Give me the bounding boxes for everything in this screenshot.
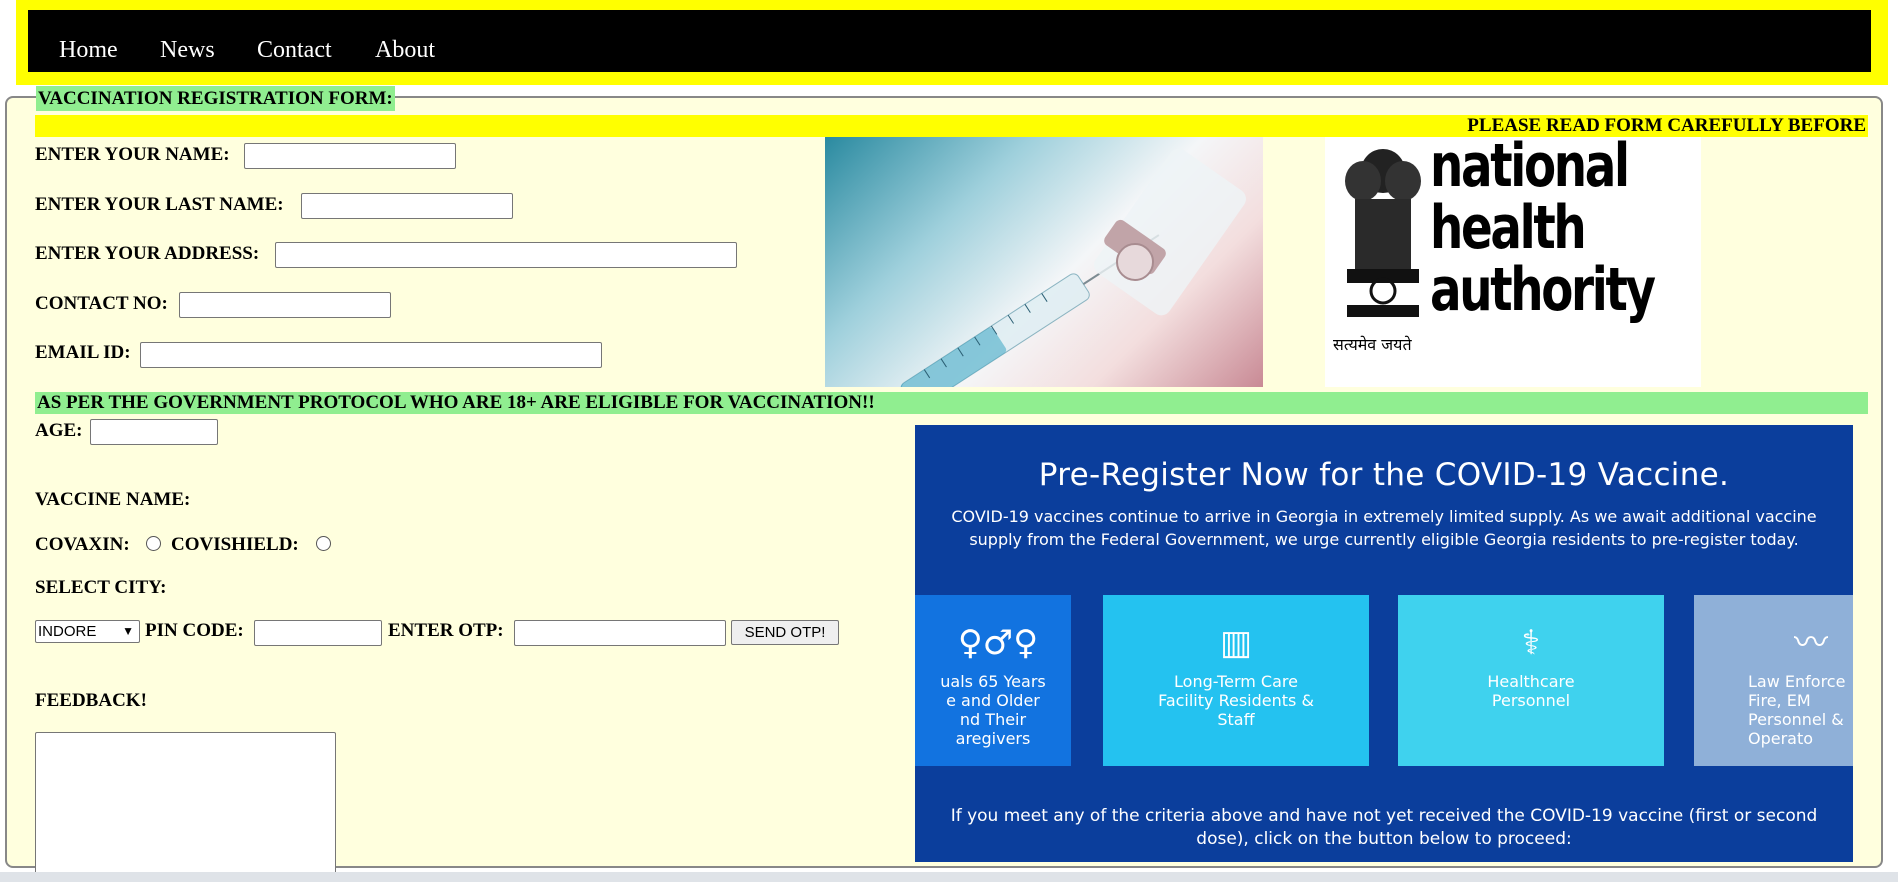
last-name-input[interactable]: [301, 193, 513, 219]
send-otp-button[interactable]: SEND OTP!: [731, 620, 839, 645]
nav-bar: Home News Contact About: [28, 10, 1871, 72]
covishield-radio[interactable]: [316, 536, 331, 551]
tile-healthcare-text: Healthcare Personnel: [1487, 672, 1575, 710]
top-banner: Home News Contact About: [16, 0, 1888, 85]
chevron-down-icon: ▼: [122, 624, 134, 638]
nha-motto: सत्यमेव जयते: [1333, 335, 1412, 354]
tile-seniors-text: uals 65 Years e and Older nd Their aregi…: [940, 672, 1046, 748]
address-input[interactable]: [275, 242, 737, 268]
building-icon: ▥: [1219, 623, 1253, 663]
heartbeat-icon: 〰: [1794, 623, 1828, 663]
stethoscope-icon: ⚕: [1521, 623, 1541, 663]
otp-input[interactable]: [514, 620, 726, 646]
poster-footer: If you meet any of the criteria above an…: [950, 806, 1818, 849]
address-label: ENTER YOUR ADDRESS:: [35, 243, 260, 264]
vaccine-name-label: VACCINE NAME:: [35, 489, 191, 510]
city-select-value: INDORE: [38, 623, 97, 640]
nha-line-2: health: [1430, 193, 1587, 263]
select-city-label: SELECT CITY:: [35, 577, 167, 598]
poster-tile-healthcare: ⚕ Healthcare Personnel: [1398, 595, 1664, 766]
name-input[interactable]: [244, 143, 456, 169]
nha-line-1: national: [1430, 137, 1630, 201]
window-bottom-edge: [0, 872, 1898, 882]
email-input[interactable]: [140, 342, 602, 368]
national-health-authority-logo: national health authority सत्यमेव जयते: [1325, 137, 1701, 387]
nha-line-3: authority: [1430, 255, 1656, 325]
covaxin-label: COVAXIN:: [35, 534, 130, 555]
pin-code-input[interactable]: [254, 620, 382, 646]
covid-preregister-poster: Pre-Register Now for the COVID-19 Vaccin…: [915, 425, 1853, 862]
form-legend: VACCINATION REGISTRATION FORM:: [36, 86, 395, 111]
age-label: AGE:: [35, 420, 83, 441]
contact-label: CONTACT NO:: [35, 293, 168, 314]
poster-tile-long-term-care: ▥ Long-Term Care Facility Residents & St…: [1103, 595, 1369, 766]
notice-banner: PLEASE READ FORM CAREFULLY BEFORE: [35, 115, 1868, 137]
protocol-banner: AS PER THE GOVERNMENT PROTOCOL WHO ARE 1…: [35, 392, 1868, 414]
tile-long-term-care-text: Long-Term Care Facility Residents & Staf…: [1158, 672, 1314, 729]
age-input[interactable]: [90, 419, 218, 445]
city-select[interactable]: INDORE ▼: [35, 620, 140, 643]
nav-contact-link[interactable]: Contact: [257, 36, 332, 64]
nav-about-link[interactable]: About: [375, 36, 435, 64]
name-label: ENTER YOUR NAME:: [35, 144, 230, 165]
people-icon: ♀♂♀: [957, 623, 1039, 663]
poster-tile-law-enforcement: 〰 Law Enforce Fire, EM Personnel & Opera…: [1694, 595, 1853, 766]
feedback-textarea[interactable]: [35, 732, 336, 882]
covaxin-radio[interactable]: [146, 536, 161, 551]
last-name-label: ENTER YOUR LAST NAME:: [35, 194, 284, 215]
covishield-label: COVISHIELD:: [171, 534, 299, 555]
otp-label: ENTER OTP:: [388, 620, 504, 641]
email-label: EMAIL ID:: [35, 342, 131, 363]
poster-tile-seniors: ♀♂♀ uals 65 Years e and Older nd Their a…: [915, 595, 1071, 766]
nav-news-link[interactable]: News: [160, 36, 215, 64]
contact-input[interactable]: [179, 292, 391, 318]
nav-home-link[interactable]: Home: [59, 36, 118, 64]
pin-code-label: PIN CODE:: [145, 620, 244, 641]
vaccine-syringe-image: [825, 137, 1263, 387]
tile-law-enforcement-text: Law Enforce Fire, EM Personnel & Operato: [1748, 672, 1846, 748]
poster-subtitle: COVID-19 vaccines continue to arrive in …: [951, 507, 1817, 549]
feedback-label: FEEDBACK!: [35, 690, 147, 711]
nha-wordmark: national health authority: [1430, 137, 1656, 325]
poster-title: Pre-Register Now for the COVID-19 Vaccin…: [1038, 457, 1730, 493]
